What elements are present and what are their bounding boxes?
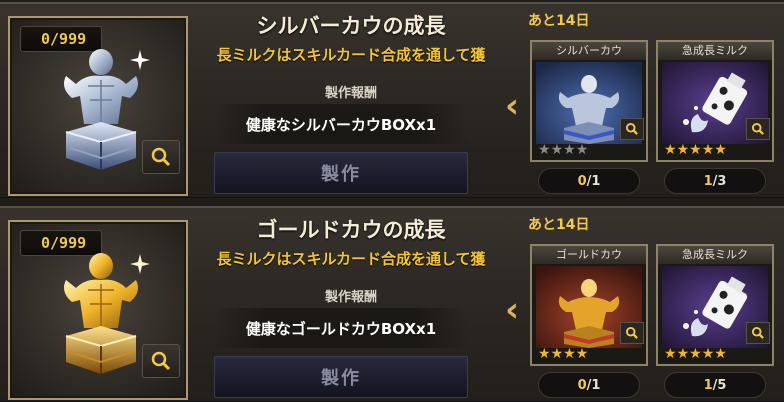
recipe-subtitle: 長ミルクはスキルカード合成を通して獲 bbox=[216, 46, 486, 64]
time-remaining: あと14日 bbox=[528, 10, 589, 30]
reward-text: 健康なゴールドカウBOXx1 bbox=[214, 308, 468, 348]
material-quantity: 0/1 bbox=[538, 372, 640, 398]
magnifier-icon bbox=[625, 326, 638, 339]
star-icon: ★ bbox=[538, 142, 551, 158]
magnifier-icon bbox=[751, 122, 764, 135]
star-icon: ★ bbox=[538, 346, 551, 362]
reward-label: 製作報酬 bbox=[324, 86, 377, 101]
recipe-panel-silver: 0/999 シルバーカウの成長 長ミルクはスキルカード合成を通して獲 製作報酬 … bbox=[0, 2, 784, 198]
quantity-need: /1 bbox=[586, 173, 601, 189]
quantity-have: 1 bbox=[703, 173, 713, 189]
star-icon: ★ bbox=[664, 142, 677, 158]
quantity-have: 1 bbox=[703, 377, 713, 393]
star-icon: ★ bbox=[563, 346, 576, 362]
time-remaining-prefix: あと bbox=[528, 13, 556, 29]
material-name: ゴールドカウ bbox=[532, 246, 646, 264]
star-icon: ★ bbox=[575, 142, 589, 158]
material-card-milk[interactable]: 急成長ミルク ★★★★★ bbox=[656, 40, 774, 162]
material-zoom-button[interactable] bbox=[746, 322, 770, 344]
magnifier-icon bbox=[751, 326, 764, 339]
quantity-have: 0 bbox=[577, 377, 587, 393]
reward-text: 健康なシルバーカウBOXx1 bbox=[214, 104, 468, 144]
material-zoom-button[interactable] bbox=[620, 322, 644, 344]
craft-button[interactable]: 製作 bbox=[214, 152, 468, 194]
craft-button[interactable]: 製作 bbox=[214, 356, 468, 398]
star-icon: ★ bbox=[701, 142, 715, 158]
silver-cow-trophy-icon bbox=[64, 49, 150, 170]
zoom-button[interactable] bbox=[142, 140, 180, 174]
reward-icon-frame[interactable]: 0/999 bbox=[8, 16, 188, 196]
material-card-silver-cow[interactable]: シルバーカウ ★★★★ bbox=[530, 40, 648, 162]
star-icon: ★ bbox=[550, 346, 564, 362]
star-icon: ★ bbox=[575, 346, 589, 362]
star-rating: ★★★★★ bbox=[664, 346, 727, 362]
magnifier-icon bbox=[151, 351, 171, 371]
material-name: 急成長ミルク bbox=[658, 246, 772, 264]
magnifier-icon bbox=[625, 122, 638, 135]
material-card-gold-cow[interactable]: ゴールドカウ ★★★★ bbox=[530, 244, 648, 366]
material-card-milk[interactable]: 急成長ミルク ★★★★★ bbox=[656, 244, 774, 366]
time-remaining: あと14日 bbox=[528, 214, 589, 234]
recipe-panel-gold: 0/999 ゴールドカウの成長 長ミルクはスキルカード合成を通して獲 製作報酬 … bbox=[0, 206, 784, 402]
star-icon: ★ bbox=[689, 346, 702, 362]
star-icon: ★ bbox=[714, 346, 727, 362]
star-icon: ★ bbox=[689, 142, 702, 158]
star-icon: ★ bbox=[550, 142, 564, 158]
recipe-subtitle: 長ミルクはスキルカード合成を通して獲 bbox=[216, 250, 486, 268]
quantity-need: /3 bbox=[712, 173, 727, 189]
chevron-left-icon: ‹ bbox=[504, 290, 519, 330]
reward-icon-frame[interactable]: 0/999 bbox=[8, 220, 188, 400]
gold-cow-trophy-icon bbox=[64, 253, 150, 374]
material-quantity: 1/5 bbox=[664, 372, 766, 398]
material-quantity: 0/1 bbox=[538, 168, 640, 194]
star-rating: ★★★★★ bbox=[664, 142, 727, 158]
material-quantity: 1/3 bbox=[664, 168, 766, 194]
recipe-title: シルバーカウの成長 bbox=[256, 14, 446, 38]
star-icon: ★ bbox=[701, 346, 715, 362]
quantity-need: /1 bbox=[586, 377, 601, 393]
magnifier-icon bbox=[151, 147, 171, 167]
material-name: 急成長ミルク bbox=[658, 42, 772, 60]
star-icon: ★ bbox=[676, 142, 690, 158]
quantity-need: /5 bbox=[712, 377, 727, 393]
time-remaining-value: 14日 bbox=[556, 13, 590, 29]
star-icon: ★ bbox=[664, 346, 677, 362]
zoom-button[interactable] bbox=[142, 344, 180, 378]
material-name: シルバーカウ bbox=[532, 42, 646, 60]
material-zoom-button[interactable] bbox=[746, 118, 770, 140]
reward-label: 製作報酬 bbox=[324, 290, 377, 305]
quantity-have: 0 bbox=[577, 173, 587, 189]
time-remaining-value: 14日 bbox=[556, 217, 590, 233]
star-icon: ★ bbox=[676, 346, 690, 362]
star-icon: ★ bbox=[563, 142, 576, 158]
time-remaining-prefix: あと bbox=[528, 217, 556, 233]
star-icon: ★ bbox=[714, 142, 727, 158]
chevron-left-icon: ‹ bbox=[504, 86, 519, 126]
star-rating: ★★★★ bbox=[538, 142, 588, 158]
material-zoom-button[interactable] bbox=[620, 118, 644, 140]
recipe-title: ゴールドカウの成長 bbox=[256, 218, 446, 242]
star-rating: ★★★★ bbox=[538, 346, 588, 362]
